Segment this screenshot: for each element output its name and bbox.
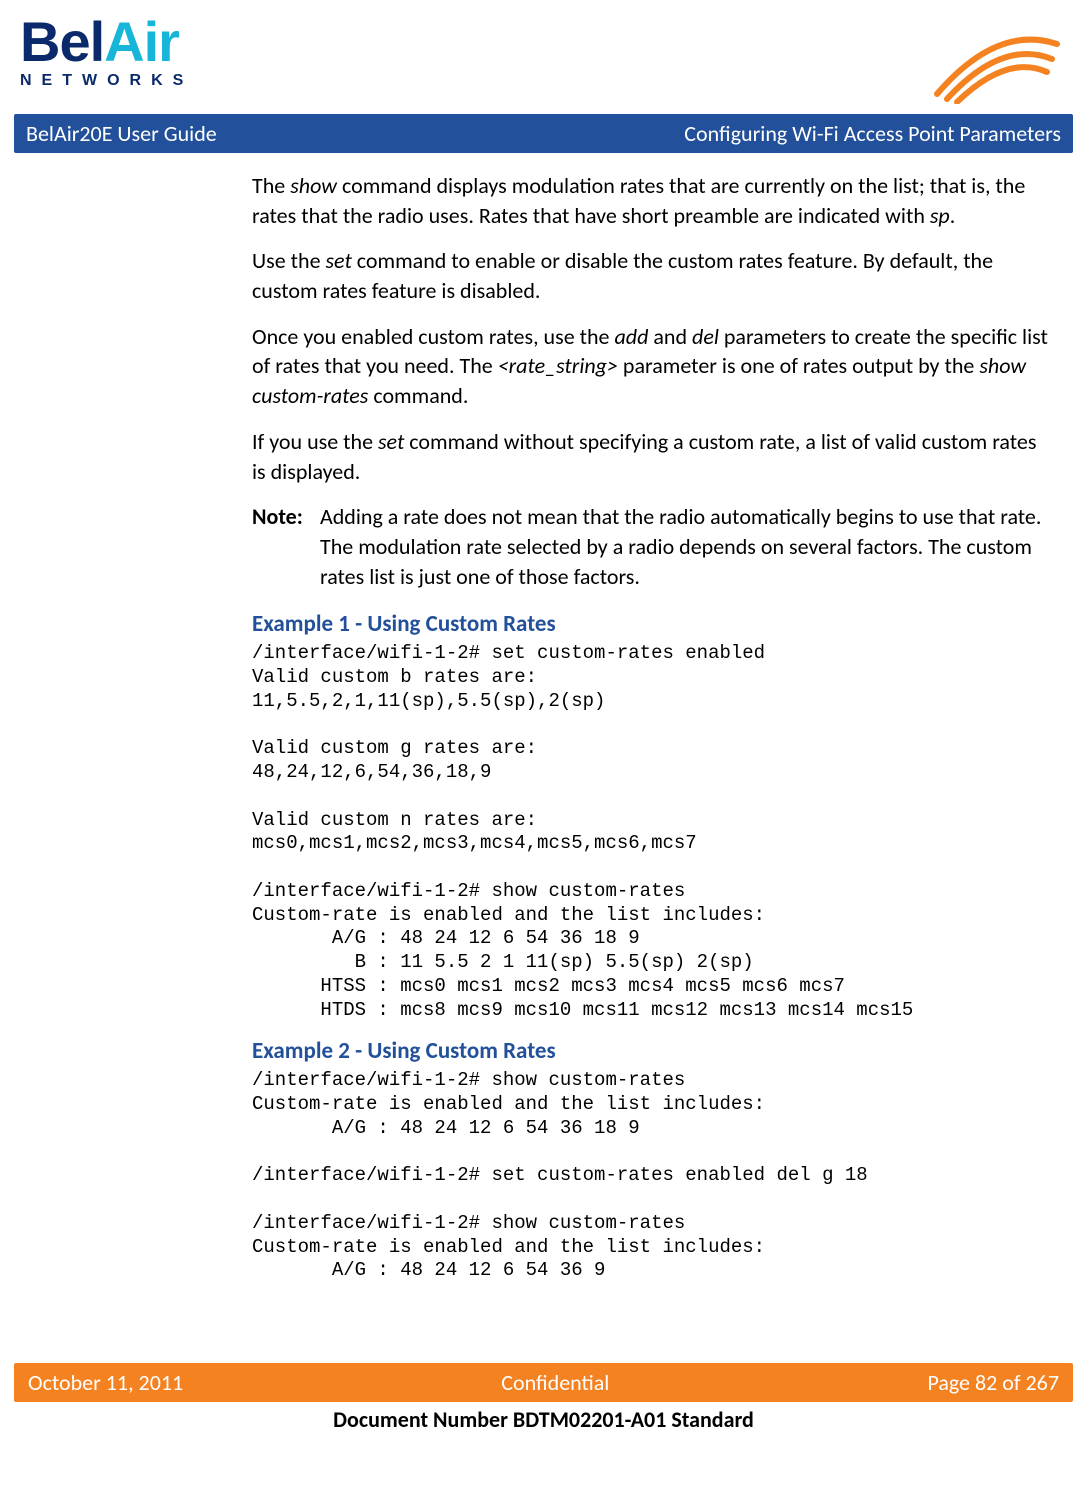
- example-2-heading: Example 2 - Using Custom Rates: [252, 1036, 1049, 1067]
- text: command.: [368, 382, 468, 409]
- note-body: Adding a rate does not mean that the rad…: [320, 502, 1049, 591]
- content-area: The show command displays modulation rat…: [14, 153, 1073, 1283]
- italic-text: <rate_string>: [498, 352, 618, 379]
- paragraph-2: Use the set command to enable or disable…: [252, 246, 1049, 305]
- title-left: BelAir20E User Guide: [26, 120, 217, 147]
- footer-date: October 11, 2011: [28, 1369, 183, 1396]
- brand-logo: BelAir NETWORKS: [20, 14, 193, 90]
- example-1-heading: Example 1 - Using Custom Rates: [252, 609, 1049, 640]
- italic-text: add: [614, 323, 648, 350]
- logo-part-air: Air: [104, 10, 179, 73]
- note-label: Note:: [252, 502, 320, 591]
- page-header: BelAir NETWORKS: [14, 14, 1073, 114]
- paragraph-3: Once you enabled custom rates, use the a…: [252, 322, 1049, 411]
- example-2-code: /interface/wifi-1-2# show custom-rates C…: [252, 1069, 1049, 1283]
- text: .: [950, 202, 956, 229]
- text: parameter is one of rates output by the: [618, 352, 979, 379]
- text: and: [648, 323, 692, 350]
- italic-text: set: [326, 247, 352, 274]
- footer-bar: October 11, 2011 Confidential Page 82 of…: [14, 1363, 1073, 1402]
- title-bar: BelAir20E User Guide Configuring Wi-Fi A…: [14, 114, 1073, 153]
- logo-sub: NETWORKS: [20, 72, 193, 90]
- swoosh-icon: [927, 14, 1067, 104]
- italic-text: set: [378, 428, 404, 455]
- footer-confidential: Confidential: [501, 1369, 609, 1396]
- logo-main: BelAir: [20, 14, 193, 70]
- text: command to enable or disable the custom …: [252, 247, 993, 304]
- paragraph-4: If you use the set command without speci…: [252, 427, 1049, 486]
- text: Once you enabled custom rates, use the: [252, 323, 614, 350]
- text: Use the: [252, 247, 326, 274]
- italic-text: del: [692, 323, 719, 350]
- paragraph-1: The show command displays modulation rat…: [252, 171, 1049, 230]
- document-number: Document Number BDTM02201-A01 Standard: [0, 1402, 1087, 1435]
- text: command displays modulation rates that a…: [252, 172, 1025, 229]
- footer-page: Page 82 of 267: [927, 1369, 1059, 1396]
- text: If you use the: [252, 428, 378, 455]
- logo-part-bel: Bel: [20, 10, 104, 73]
- example-1-code: /interface/wifi-1-2# set custom-rates en…: [252, 642, 1049, 1022]
- italic-text: sp: [930, 202, 950, 229]
- italic-text: show: [290, 172, 337, 199]
- note: Note: Adding a rate does not mean that t…: [252, 502, 1049, 591]
- title-right: Configuring Wi-Fi Access Point Parameter…: [684, 120, 1061, 147]
- text: The: [252, 172, 290, 199]
